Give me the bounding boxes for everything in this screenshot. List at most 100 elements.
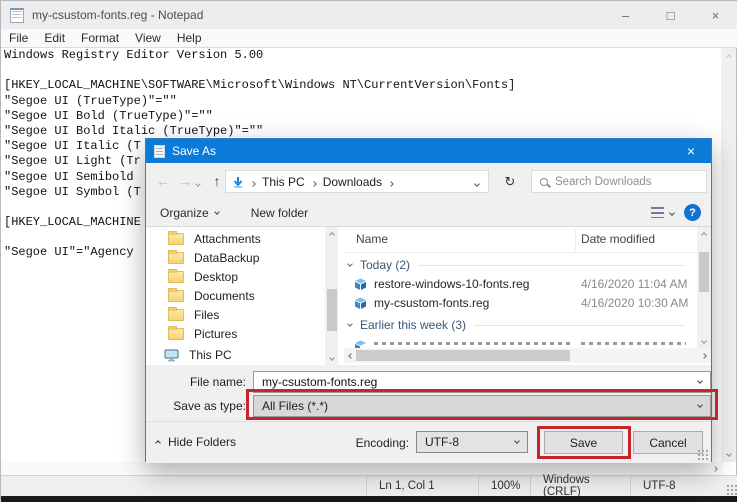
column-header-name[interactable]: Name [356,232,388,246]
editor-line: Windows Registry Editor Version 5.00 [1,48,723,63]
maximize-button[interactable]: □ [648,1,693,29]
file-row-restore-windows-10-fonts[interactable]: restore-windows-10-fonts.reg 4/16/2020 1… [344,275,697,294]
editor-line: [HKEY_LOCAL_MACHINE\SOFTWARE\Microsoft\W… [1,78,723,93]
folder-icon [168,233,184,245]
group-chevron-icon [347,261,353,267]
dialog-fields: File name: Save as type: All Files (*.*) [146,365,711,421]
encoding-dropdown[interactable]: UTF-8 [416,431,528,453]
status-cursor-position: Ln 1, Col 1 [366,476,478,496]
editor-line: "Segoe UI Bold Italic (TrueType)"="" [1,124,723,139]
combo-chevron-icon[interactable] [697,402,703,408]
breadcrumb-chevron-icon [389,175,393,189]
address-dropdown-icon[interactable] [475,175,479,189]
search-box[interactable] [531,170,707,193]
sidebar-item-this-pc[interactable]: This PC [146,346,325,364]
save-button[interactable]: Save [544,431,623,454]
scroll-up-icon[interactable] [722,50,735,63]
file-list-vertical-scrollbar[interactable] [697,227,711,348]
scroll-up-icon[interactable] [697,228,710,241]
list-view-icon [651,207,664,218]
file-list: Name Date modified Today (2) re [344,227,711,365]
editor-line [1,63,723,78]
address-bar[interactable]: This PC Downloads [225,170,489,193]
group-header-earlier-this-week[interactable]: Earlier this week (3) [344,317,697,333]
close-button[interactable]: × [693,1,737,29]
group-divider-line [418,265,685,266]
folder-icon [168,309,184,321]
registry-file-icon [354,278,367,294]
save-as-type-dropdown[interactable]: All Files (*.*) [253,395,711,417]
hide-folders-button[interactable]: Hide Folders [156,435,236,449]
combo-chevron-icon[interactable] [514,438,520,444]
breadcrumb-this-pc[interactable]: This PC [262,175,305,189]
notepad-menubar: File Edit Format View Help [1,29,737,48]
editor-line: "Segoe UI Bold (TrueType)"="" [1,109,723,124]
minimize-button[interactable]: – [603,1,648,29]
file-row-clipped[interactable] [344,337,697,348]
file-list-horizontal-scrollbar[interactable] [344,348,711,363]
save-as-dialog: Save As × ← → ↑ This PC Downloads ↻ [145,138,712,462]
file-row-my-csustom-fonts[interactable]: my-csustom-fonts.reg 4/16/2020 10:30 AM [344,294,697,313]
clipped-filename [374,342,574,345]
breadcrumb-downloads[interactable]: Downloads [323,175,382,189]
group-header-today[interactable]: Today (2) [344,257,697,273]
sidebar-item-databackup[interactable]: DataBackup [146,249,325,267]
forward-button[interactable]: → [174,173,196,189]
scroll-right-icon[interactable] [708,462,721,475]
sidebar-item-desktop[interactable]: Desktop [146,268,325,286]
scroll-down-icon[interactable] [697,334,710,347]
folder-icon [168,252,184,264]
registry-file-icon [354,297,367,313]
column-filter-chevron-icon[interactable] [596,228,600,242]
organize-dropdown-icon [214,209,220,215]
file-name-input[interactable] [262,375,662,389]
new-folder-button[interactable]: New folder [251,206,308,220]
menu-file[interactable]: File [1,31,36,45]
dialog-doc-icon [154,145,165,158]
dialog-footer: Hide Folders Encoding: UTF-8 Save Cancel [146,421,711,463]
scroll-up-icon[interactable] [325,228,338,241]
column-header-date-modified[interactable]: Date modified [581,232,655,246]
sidebar-item-documents[interactable]: Documents [146,287,325,305]
notepad-statusbar: Ln 1, Col 1 100% Windows (CRLF) UTF-8 [1,475,737,496]
save-as-type-label: Save as type: [146,399,246,413]
dialog-close-button[interactable]: × [671,139,711,163]
column-divider [575,229,576,251]
notepad-vertical-scrollbar[interactable] [721,48,736,462]
search-input[interactable] [555,176,685,188]
encoding-label: Encoding: [326,436,409,450]
scroll-down-icon[interactable] [722,447,735,460]
help-button[interactable]: ? [684,204,701,221]
combo-chevron-icon[interactable] [697,378,703,384]
sidebar-scrollbar[interactable] [325,227,338,365]
status-line-ending: Windows (CRLF) [530,476,630,496]
scrollbar-thumb[interactable] [356,350,570,361]
folder-icon [168,290,184,302]
scrollbar-thumb[interactable] [699,252,709,292]
breadcrumb-chevron-icon [312,175,316,189]
menu-view[interactable]: View [127,31,169,45]
menu-format[interactable]: Format [73,31,127,45]
scroll-down-icon[interactable] [325,351,338,364]
sidebar-item-pictures[interactable]: Pictures [146,325,325,343]
menu-edit[interactable]: Edit [36,31,73,45]
recent-locations-icon[interactable] [196,173,200,191]
status-encoding: UTF-8 [630,476,726,496]
file-name-combobox[interactable] [253,371,711,393]
scroll-right-icon[interactable] [698,349,710,362]
view-options-button[interactable] [651,207,674,218]
notepad-titlebar: my-csustom-fonts.reg - Notepad – □ × [1,1,737,29]
file-list-header: Name Date modified [344,227,697,253]
cancel-button[interactable]: Cancel [633,431,703,454]
refresh-button[interactable]: ↻ [498,170,522,193]
sidebar-item-attachments[interactable]: Attachments [146,230,325,248]
this-pc-icon [164,349,179,362]
sidebar-item-files[interactable]: Files [146,306,325,324]
scrollbar-thumb[interactable] [327,289,337,331]
view-dropdown-icon [669,210,675,216]
organize-button[interactable]: Organize [160,206,219,220]
back-button[interactable]: ← [152,173,174,189]
group-divider-line [474,325,685,326]
downloads-icon [232,176,244,188]
menu-help[interactable]: Help [169,31,210,45]
